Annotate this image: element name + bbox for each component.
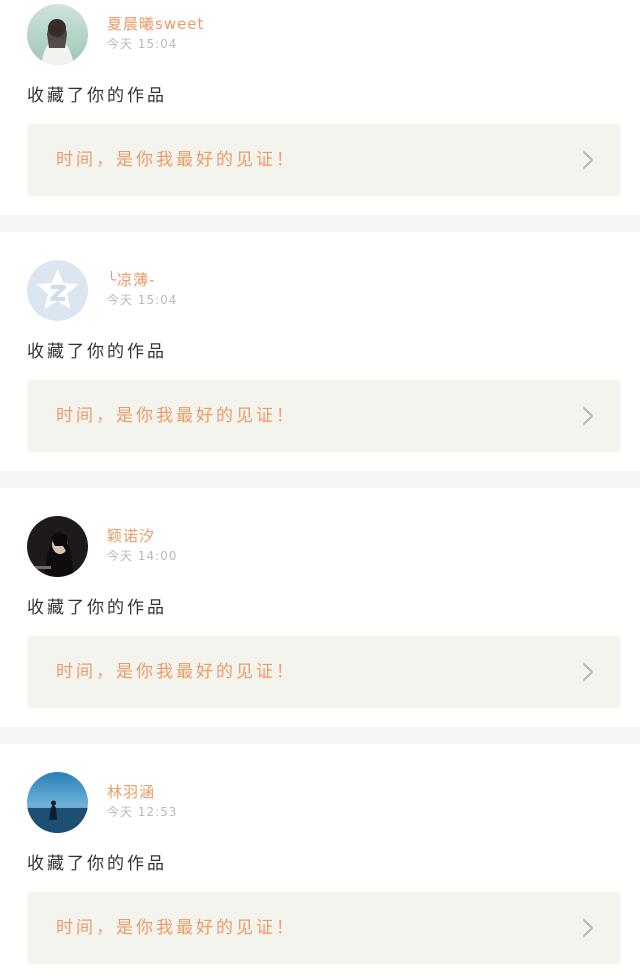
timestamp: 今天 12:53 <box>107 805 178 819</box>
photo-girl-camera-avatar-icon <box>27 4 88 65</box>
action-text: 收藏了你的作品 <box>27 854 167 874</box>
user-meta: ╰凉薄- 今天 15:04 <box>107 270 177 308</box>
photo-sea-sky-avatar-icon <box>27 772 88 833</box>
user-meta: 夏晨曦sweet 今天 15:04 <box>107 14 204 52</box>
timestamp: 今天 14:00 <box>107 549 178 563</box>
divider <box>0 215 640 232</box>
work-link[interactable]: 时间，是你我最好的见证！ <box>27 124 621 196</box>
user-meta: 林羽涵 今天 12:53 <box>107 782 177 820</box>
user-meta: 颖诺汐 今天 14:00 <box>107 526 177 564</box>
notification-card: ╰凉薄- 今天 15:04 收藏了你的作品 时间，是你我最好的见证！ <box>0 232 640 452</box>
action-text: 收藏了你的作品 <box>27 86 167 106</box>
action-text: 收藏了你的作品 <box>27 598 167 618</box>
notification-feed: 夏晨曦sweet 今天 15:04 收藏了你的作品 时间，是你我最好的见证！ ╰… <box>0 0 640 964</box>
work-title: 时间，是你我最好的见证！ <box>56 150 296 170</box>
notification-card: 林羽涵 今天 12:53 收藏了你的作品 时间，是你我最好的见证！ <box>0 744 640 964</box>
username[interactable]: 颖诺汐 <box>107 526 177 546</box>
avatar[interactable] <box>27 4 88 65</box>
avatar[interactable] <box>27 260 88 321</box>
chevron-right-icon <box>582 662 594 682</box>
work-link[interactable]: 时间，是你我最好的见证！ <box>27 892 621 964</box>
username[interactable]: 夏晨曦sweet <box>107 14 204 34</box>
username[interactable]: 林羽涵 <box>107 782 177 802</box>
notification-card: 夏晨曦sweet 今天 15:04 收藏了你的作品 时间，是你我最好的见证！ <box>0 0 640 215</box>
photo-woman-dark-avatar-icon <box>27 516 88 577</box>
timestamp: 今天 15:04 <box>107 37 178 51</box>
work-title: 时间，是你我最好的见证！ <box>56 662 296 682</box>
avatar[interactable] <box>27 772 88 833</box>
work-link[interactable]: 时间，是你我最好的见证！ <box>27 380 621 452</box>
timestamp: 今天 15:04 <box>107 293 178 307</box>
qq-default-star-avatar-icon <box>27 260 88 321</box>
chevron-right-icon <box>582 150 594 170</box>
divider <box>0 471 640 488</box>
chevron-right-icon <box>582 406 594 426</box>
avatar[interactable] <box>27 516 88 577</box>
work-title: 时间，是你我最好的见证！ <box>56 918 296 938</box>
work-link[interactable]: 时间，是你我最好的见证！ <box>27 636 621 708</box>
action-text: 收藏了你的作品 <box>27 342 167 362</box>
chevron-right-icon <box>582 918 594 938</box>
work-title: 时间，是你我最好的见证！ <box>56 406 296 426</box>
divider <box>0 727 640 744</box>
username[interactable]: ╰凉薄- <box>107 270 177 290</box>
notification-card: 颖诺汐 今天 14:00 收藏了你的作品 时间，是你我最好的见证！ <box>0 488 640 708</box>
